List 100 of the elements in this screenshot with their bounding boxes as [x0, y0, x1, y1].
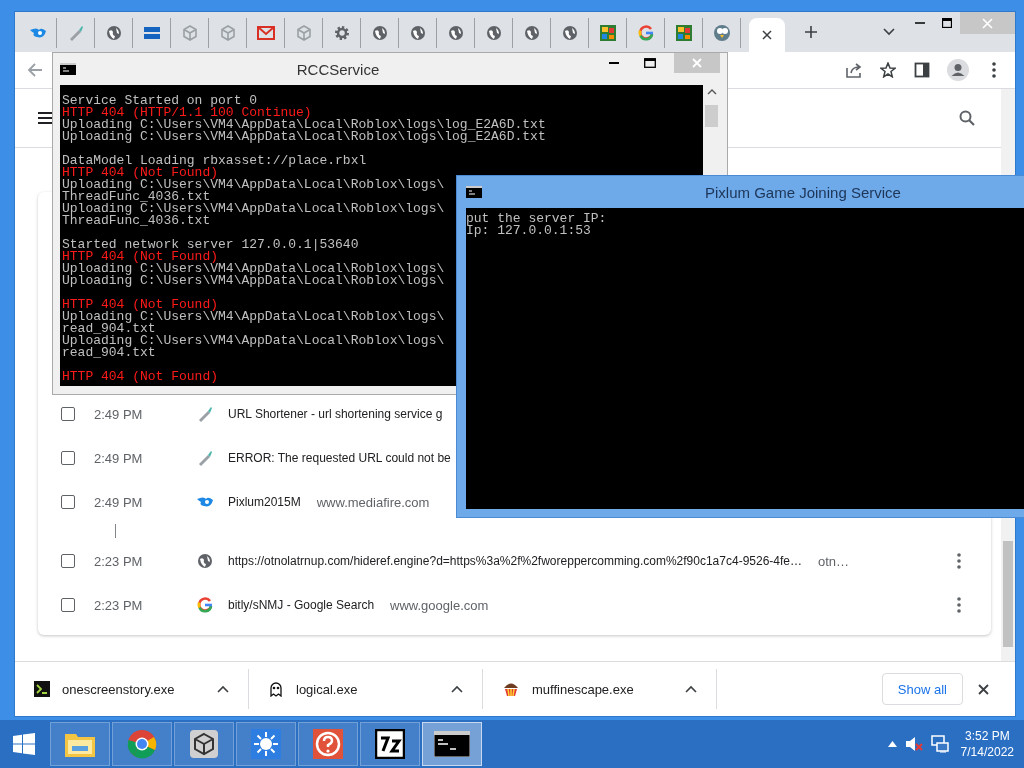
console-line: read_904.txt [62, 347, 156, 359]
game-icon [674, 24, 693, 42]
close-icon [692, 58, 702, 68]
share-button[interactable] [845, 62, 863, 78]
checkbox[interactable] [61, 451, 75, 465]
console-line: HTTP 404 (Not Found) [62, 299, 219, 311]
menu-icon [38, 112, 54, 124]
site-domain: www.mediafire.com [316, 494, 430, 510]
console-icon [60, 63, 76, 75]
muffin-icon [502, 681, 520, 697]
console-line: ThreadFunc_4036.txt [62, 215, 211, 227]
checkbox[interactable] [61, 598, 75, 612]
taskbar-app[interactable] [422, 722, 482, 766]
search-button[interactable] [959, 110, 975, 126]
cube-icon [181, 25, 198, 41]
clock-date[interactable]: 7/14/2022 [960, 744, 1014, 760]
bird-icon [712, 24, 731, 42]
flame-icon [196, 496, 214, 508]
show-all-button[interactable]: Show all [881, 673, 963, 705]
console-line: Uploading C:\Users\VM4\AppData\Local\Roblox\logs\ [62, 335, 445, 347]
console-line: Uploading C:\Users\VM4\AppData\Local\Roblox\logs\log_E2A6D.txt [62, 131, 546, 143]
console-line: read_904.txt [62, 323, 156, 335]
console-line: Started network server 127.0.0.1|53640 [62, 239, 359, 251]
bookmark-button[interactable] [879, 62, 897, 78]
profile-button[interactable] [947, 59, 969, 81]
history-link[interactable]: https://otnolatrnup.com/hideref.engine?d=https%3a%2f%2fworeppercomming.com%2f90c1a7c4-9526-4fe… [228, 554, 802, 568]
console-line: Uploading C:\Users\VM4\AppData\Local\Roblox\logs\ [62, 311, 445, 323]
taskbar-app[interactable] [360, 722, 420, 766]
history-link[interactable]: bitly/sNMJ - Google Search [228, 598, 375, 612]
minimize-icon [609, 62, 619, 64]
more-icon [957, 597, 961, 613]
checkbox[interactable] [61, 554, 75, 568]
console-line: Uploading C:\Users\VM4\AppData\Local\Roblox\logs\ [62, 179, 445, 191]
caret-icon [451, 685, 463, 693]
back-button[interactable] [27, 62, 43, 78]
menu-button[interactable] [38, 112, 54, 124]
window-title: RCCService [295, 60, 381, 78]
visit-time: 2:23 PM [94, 553, 144, 569]
caret-icon [883, 28, 895, 36]
gear-icon [333, 25, 350, 41]
more-icon [992, 62, 996, 78]
history-link[interactable]: ERROR: The requested URL could not be [228, 451, 451, 465]
scrollbar-thumb[interactable] [705, 105, 718, 127]
checkbox[interactable] [61, 407, 75, 421]
globe-icon [197, 553, 213, 569]
close-button[interactable] [975, 681, 991, 697]
clock-time[interactable]: 3:52 PM [964, 728, 1010, 744]
download-name[interactable]: onescreenstory.exe [62, 681, 175, 697]
console-line: Uploading C:\Users\VM4\AppData\Local\Roblox\logs\ [62, 203, 445, 215]
scroll-up-icon[interactable] [706, 89, 717, 95]
console-line: Uploading C:\Users\VM4\AppData\Local\Roblox\logs\log_E2A6D.txt [62, 119, 546, 131]
help-icon [313, 729, 343, 759]
back-arrow-icon [27, 62, 43, 78]
console-line: Service Started on port 0 [62, 95, 258, 107]
download-name[interactable]: logical.exe [296, 681, 358, 697]
cube-icon [219, 25, 236, 41]
close-icon [982, 17, 993, 29]
side-panel-button[interactable] [913, 62, 931, 78]
close-icon [762, 30, 772, 40]
taskbar-app[interactable] [174, 722, 234, 766]
globe-icon [485, 25, 502, 41]
download-name[interactable]: muffinescape.exe [532, 681, 634, 697]
console-line: HTTP 404 (Not Found) [62, 371, 219, 383]
cube-icon [189, 729, 219, 759]
scrollbar-thumb[interactable] [1003, 541, 1013, 647]
cube-icon [295, 25, 312, 41]
history-link[interactable]: URL Shortener - url shortening service g [228, 407, 443, 421]
console-line: HTTP 404 (Not Found) [62, 167, 219, 179]
close-icon [977, 683, 989, 695]
archive-icon [375, 729, 405, 759]
console-icon [434, 731, 470, 757]
chrome-icon [127, 729, 157, 759]
console-line: Uploading C:\Users\VM4\AppData\Local\Roblox\logs\ [62, 263, 445, 275]
fish-logo-icon [142, 26, 161, 40]
site-domain: otn… [818, 553, 850, 569]
console-line: DataModel Loading rbxasset://place.rbxl [62, 155, 367, 167]
maximize-icon [941, 18, 952, 28]
browser-tab[interactable] [749, 18, 785, 52]
globe-icon [105, 25, 122, 41]
console-line: Uploading C:\Users\VM4\AppData\Local\Roblox\logs\ [62, 275, 445, 287]
console-line: ThreadFunc_4036.txt [62, 191, 211, 203]
visit-time: 2:23 PM [94, 597, 144, 613]
google-icon [197, 597, 213, 613]
globe-icon [561, 25, 578, 41]
console-icon [466, 186, 482, 198]
console-line: HTTP 404 (Not Found) [62, 251, 219, 263]
plus-icon [804, 25, 818, 39]
avatar-icon [947, 59, 969, 81]
history-link[interactable]: Pixlum2015M [228, 495, 301, 509]
sun-icon [251, 729, 281, 759]
search-icon [959, 110, 975, 126]
google-icon [637, 25, 654, 41]
flame-icon [28, 27, 47, 39]
console-line: HTTP 404 (HTTP/1.1 100 Continue) [62, 107, 312, 119]
ghost-icon [268, 681, 284, 697]
visit-time: 2:49 PM [94, 406, 144, 422]
checkbox[interactable] [61, 495, 75, 509]
caret-icon [217, 685, 229, 693]
envelope-icon [256, 26, 275, 40]
window-title: Pixlum Game Joining Service [705, 183, 901, 201]
